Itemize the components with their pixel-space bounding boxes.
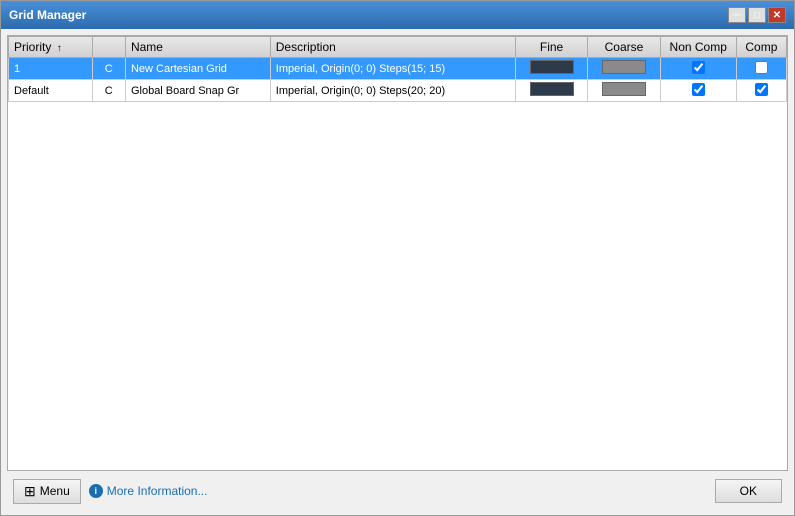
bottom-left-controls: ⊞ Menu i More Information... <box>13 479 207 504</box>
col-type[interactable] <box>92 37 125 58</box>
cell-description: Imperial, Origin(0; 0) Steps(15; 15) <box>270 58 515 80</box>
maximize-button[interactable]: □ <box>748 7 766 23</box>
menu-icon: ⊞ <box>24 483 36 500</box>
more-information-link[interactable]: i More Information... <box>89 484 208 498</box>
cell-priority: Default <box>9 80 93 102</box>
col-comp[interactable]: Comp <box>736 37 786 58</box>
fine-color-swatch <box>530 82 574 96</box>
cell-noncomp[interactable] <box>660 80 736 102</box>
minimize-button[interactable]: ─ <box>728 7 746 23</box>
cell-noncomp[interactable] <box>660 58 736 80</box>
cell-coarse <box>588 58 660 80</box>
col-name[interactable]: Name <box>125 37 270 58</box>
info-icon: i <box>89 484 103 498</box>
cell-comp[interactable] <box>736 80 786 102</box>
cell-fine <box>515 58 587 80</box>
cell-priority: 1 <box>9 58 93 80</box>
cell-coarse <box>588 80 660 102</box>
noncomp-checkbox[interactable] <box>692 61 705 74</box>
cell-description: Imperial, Origin(0; 0) Steps(20; 20) <box>270 80 515 102</box>
col-noncomp[interactable]: Non Comp <box>660 37 736 58</box>
coarse-color-swatch <box>602 60 646 74</box>
sort-arrow-icon: ↑ <box>57 43 62 54</box>
table-header-row: Priority ↑ Name Description Fine <box>9 37 787 58</box>
title-bar-buttons: ─ □ ✕ <box>728 7 786 23</box>
noncomp-checkbox[interactable] <box>692 83 705 96</box>
table-row[interactable]: Default C Global Board Snap Gr Imperial,… <box>9 80 787 102</box>
cell-name: Global Board Snap Gr <box>125 80 270 102</box>
cell-type: C <box>92 58 125 80</box>
menu-button[interactable]: ⊞ Menu <box>13 479 81 504</box>
cell-comp[interactable] <box>736 58 786 80</box>
comp-checkbox[interactable] <box>755 61 768 74</box>
cell-name: New Cartesian Grid <box>125 58 270 80</box>
grid-manager-window: Grid Manager ─ □ ✕ Priority ↑ Name <box>0 0 795 516</box>
cell-fine <box>515 80 587 102</box>
close-button[interactable]: ✕ <box>768 7 786 23</box>
window-title: Grid Manager <box>9 8 86 22</box>
col-coarse[interactable]: Coarse <box>588 37 660 58</box>
col-fine[interactable]: Fine <box>515 37 587 58</box>
title-bar: Grid Manager ─ □ ✕ <box>1 1 794 29</box>
coarse-color-swatch <box>602 82 646 96</box>
grid-table-container: Priority ↑ Name Description Fine <box>7 35 788 471</box>
cell-type: C <box>92 80 125 102</box>
main-content: Priority ↑ Name Description Fine <box>1 29 794 515</box>
fine-color-swatch <box>530 60 574 74</box>
comp-checkbox[interactable] <box>755 83 768 96</box>
grid-table: Priority ↑ Name Description Fine <box>8 36 787 102</box>
col-description[interactable]: Description <box>270 37 515 58</box>
bottom-bar: ⊞ Menu i More Information... OK <box>7 471 788 509</box>
table-row[interactable]: 1 C New Cartesian Grid Imperial, Origin(… <box>9 58 787 80</box>
col-priority[interactable]: Priority ↑ <box>9 37 93 58</box>
ok-button[interactable]: OK <box>715 479 782 503</box>
